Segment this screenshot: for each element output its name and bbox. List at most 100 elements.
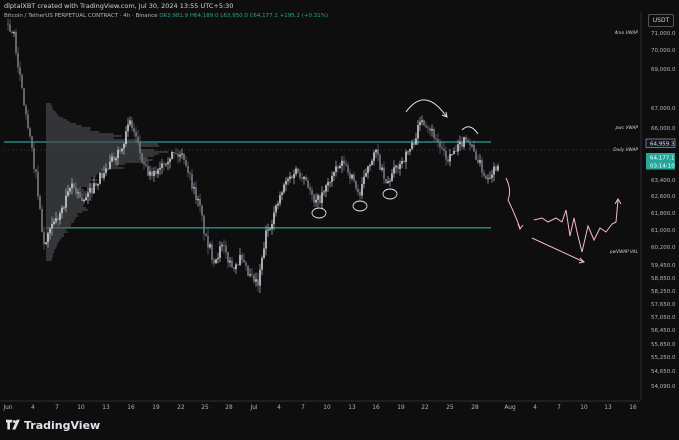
candle-body xyxy=(123,144,125,149)
candle-body xyxy=(161,163,163,168)
candle-body xyxy=(225,245,227,253)
candle-body xyxy=(253,275,255,282)
candle-body xyxy=(33,148,35,169)
top-bar: dlptalXBT created with TradingView.com, … xyxy=(0,0,679,12)
candle-body xyxy=(125,131,127,145)
candle-body xyxy=(63,207,65,209)
x-tick-label: 25 xyxy=(446,405,454,411)
candle-body xyxy=(255,279,257,282)
candle-body xyxy=(69,188,71,192)
candle-body xyxy=(39,196,41,209)
candle-body xyxy=(129,120,131,125)
candle-body xyxy=(251,274,253,276)
candle-body xyxy=(37,171,39,197)
candle-body xyxy=(275,205,277,213)
candle-body xyxy=(145,164,147,166)
candle-body xyxy=(311,189,313,195)
candle-body xyxy=(19,67,21,75)
candle-body xyxy=(137,136,139,143)
candle-body xyxy=(61,207,63,214)
candle-body xyxy=(429,128,431,131)
x-tick-label: Jun xyxy=(2,405,12,411)
candle-body xyxy=(141,153,143,162)
x-tick-label: 7 xyxy=(301,405,305,411)
candle-body xyxy=(195,187,197,201)
candle-body xyxy=(175,153,177,154)
candle-body xyxy=(117,149,119,159)
candle-body xyxy=(343,160,345,164)
candle-body xyxy=(119,149,121,152)
candle-body xyxy=(47,232,49,243)
candle-body xyxy=(365,172,367,177)
candle-body xyxy=(493,166,495,175)
candle-body xyxy=(75,187,77,194)
candle-body xyxy=(427,127,429,129)
candle-body xyxy=(213,259,215,264)
candle-body xyxy=(325,185,327,192)
candle-body xyxy=(153,171,155,176)
candle-body xyxy=(281,192,283,196)
candle-body xyxy=(293,174,295,179)
candle-body xyxy=(209,244,211,248)
candle-body xyxy=(211,244,213,260)
level-label: 4mo VWAP xyxy=(615,30,639,36)
candle-body xyxy=(83,200,85,202)
price-chart[interactable]: 71,000.0 70,000.0 69,000.0 67,000.0 66,000.0… xyxy=(0,0,679,440)
candle-body xyxy=(495,166,497,171)
candle-body xyxy=(59,213,61,221)
x-tick-label: 10 xyxy=(580,405,588,411)
candle-body xyxy=(87,192,89,198)
candle-body xyxy=(345,163,347,166)
candle-body xyxy=(375,149,377,153)
candle-body xyxy=(227,252,229,263)
candle-body xyxy=(287,178,289,181)
candle-body xyxy=(133,128,135,132)
candle-body xyxy=(171,152,173,159)
candle-body xyxy=(237,264,239,266)
candle-body xyxy=(143,161,145,165)
candle-body xyxy=(157,169,159,174)
candle-body xyxy=(23,88,25,106)
candle-body xyxy=(403,161,405,162)
candle-body xyxy=(215,259,217,264)
level-label: pwVWAP VAL xyxy=(609,249,639,255)
candle-body xyxy=(487,178,489,180)
y-tick-label: 54,090.0 xyxy=(651,384,676,390)
candle-body xyxy=(323,191,325,193)
candle-body xyxy=(239,254,241,266)
currency-button[interactable]: USDT xyxy=(648,14,674,27)
candle-body xyxy=(295,168,297,175)
candle-body xyxy=(363,176,365,185)
candle-body xyxy=(401,161,403,164)
candle-body xyxy=(115,158,117,161)
candle-body xyxy=(337,166,339,169)
y-tick-label: 70,000.0 xyxy=(651,48,676,54)
candle-body xyxy=(79,192,81,198)
candle-body xyxy=(111,156,113,162)
level-label: Daily VWAP xyxy=(613,147,638,153)
ohlc-values: O63,981.9 H64,189.0 L63,950.0 C64,177.1 … xyxy=(159,13,329,19)
candle-body xyxy=(51,224,53,229)
x-tick-label: 22 xyxy=(421,405,429,411)
candle-body xyxy=(459,141,461,145)
candle-body xyxy=(257,279,259,286)
y-tick-label: 54,650.0 xyxy=(651,369,676,375)
y-tick-label: 56,450.0 xyxy=(651,328,676,334)
candle-body xyxy=(177,153,179,157)
y-tick-label: 58,850.0 xyxy=(651,276,676,282)
symbol-name: Bitcoin / TetherUS PERPETUAL CONTRACT · … xyxy=(4,13,158,19)
candle-body xyxy=(203,215,205,234)
candle-body xyxy=(407,151,409,153)
candle-body xyxy=(489,177,491,179)
candle-body xyxy=(439,141,441,148)
y-tick-label: 58,250.0 xyxy=(651,289,676,295)
candle-body xyxy=(471,144,473,146)
candle-body xyxy=(317,195,319,200)
candle-body xyxy=(329,181,331,183)
candle-body xyxy=(263,248,265,258)
candle-body xyxy=(7,23,9,25)
candle-body xyxy=(285,180,287,185)
candle-body xyxy=(455,151,457,152)
x-tick-label: 10 xyxy=(77,405,85,411)
candle-body xyxy=(443,148,445,151)
